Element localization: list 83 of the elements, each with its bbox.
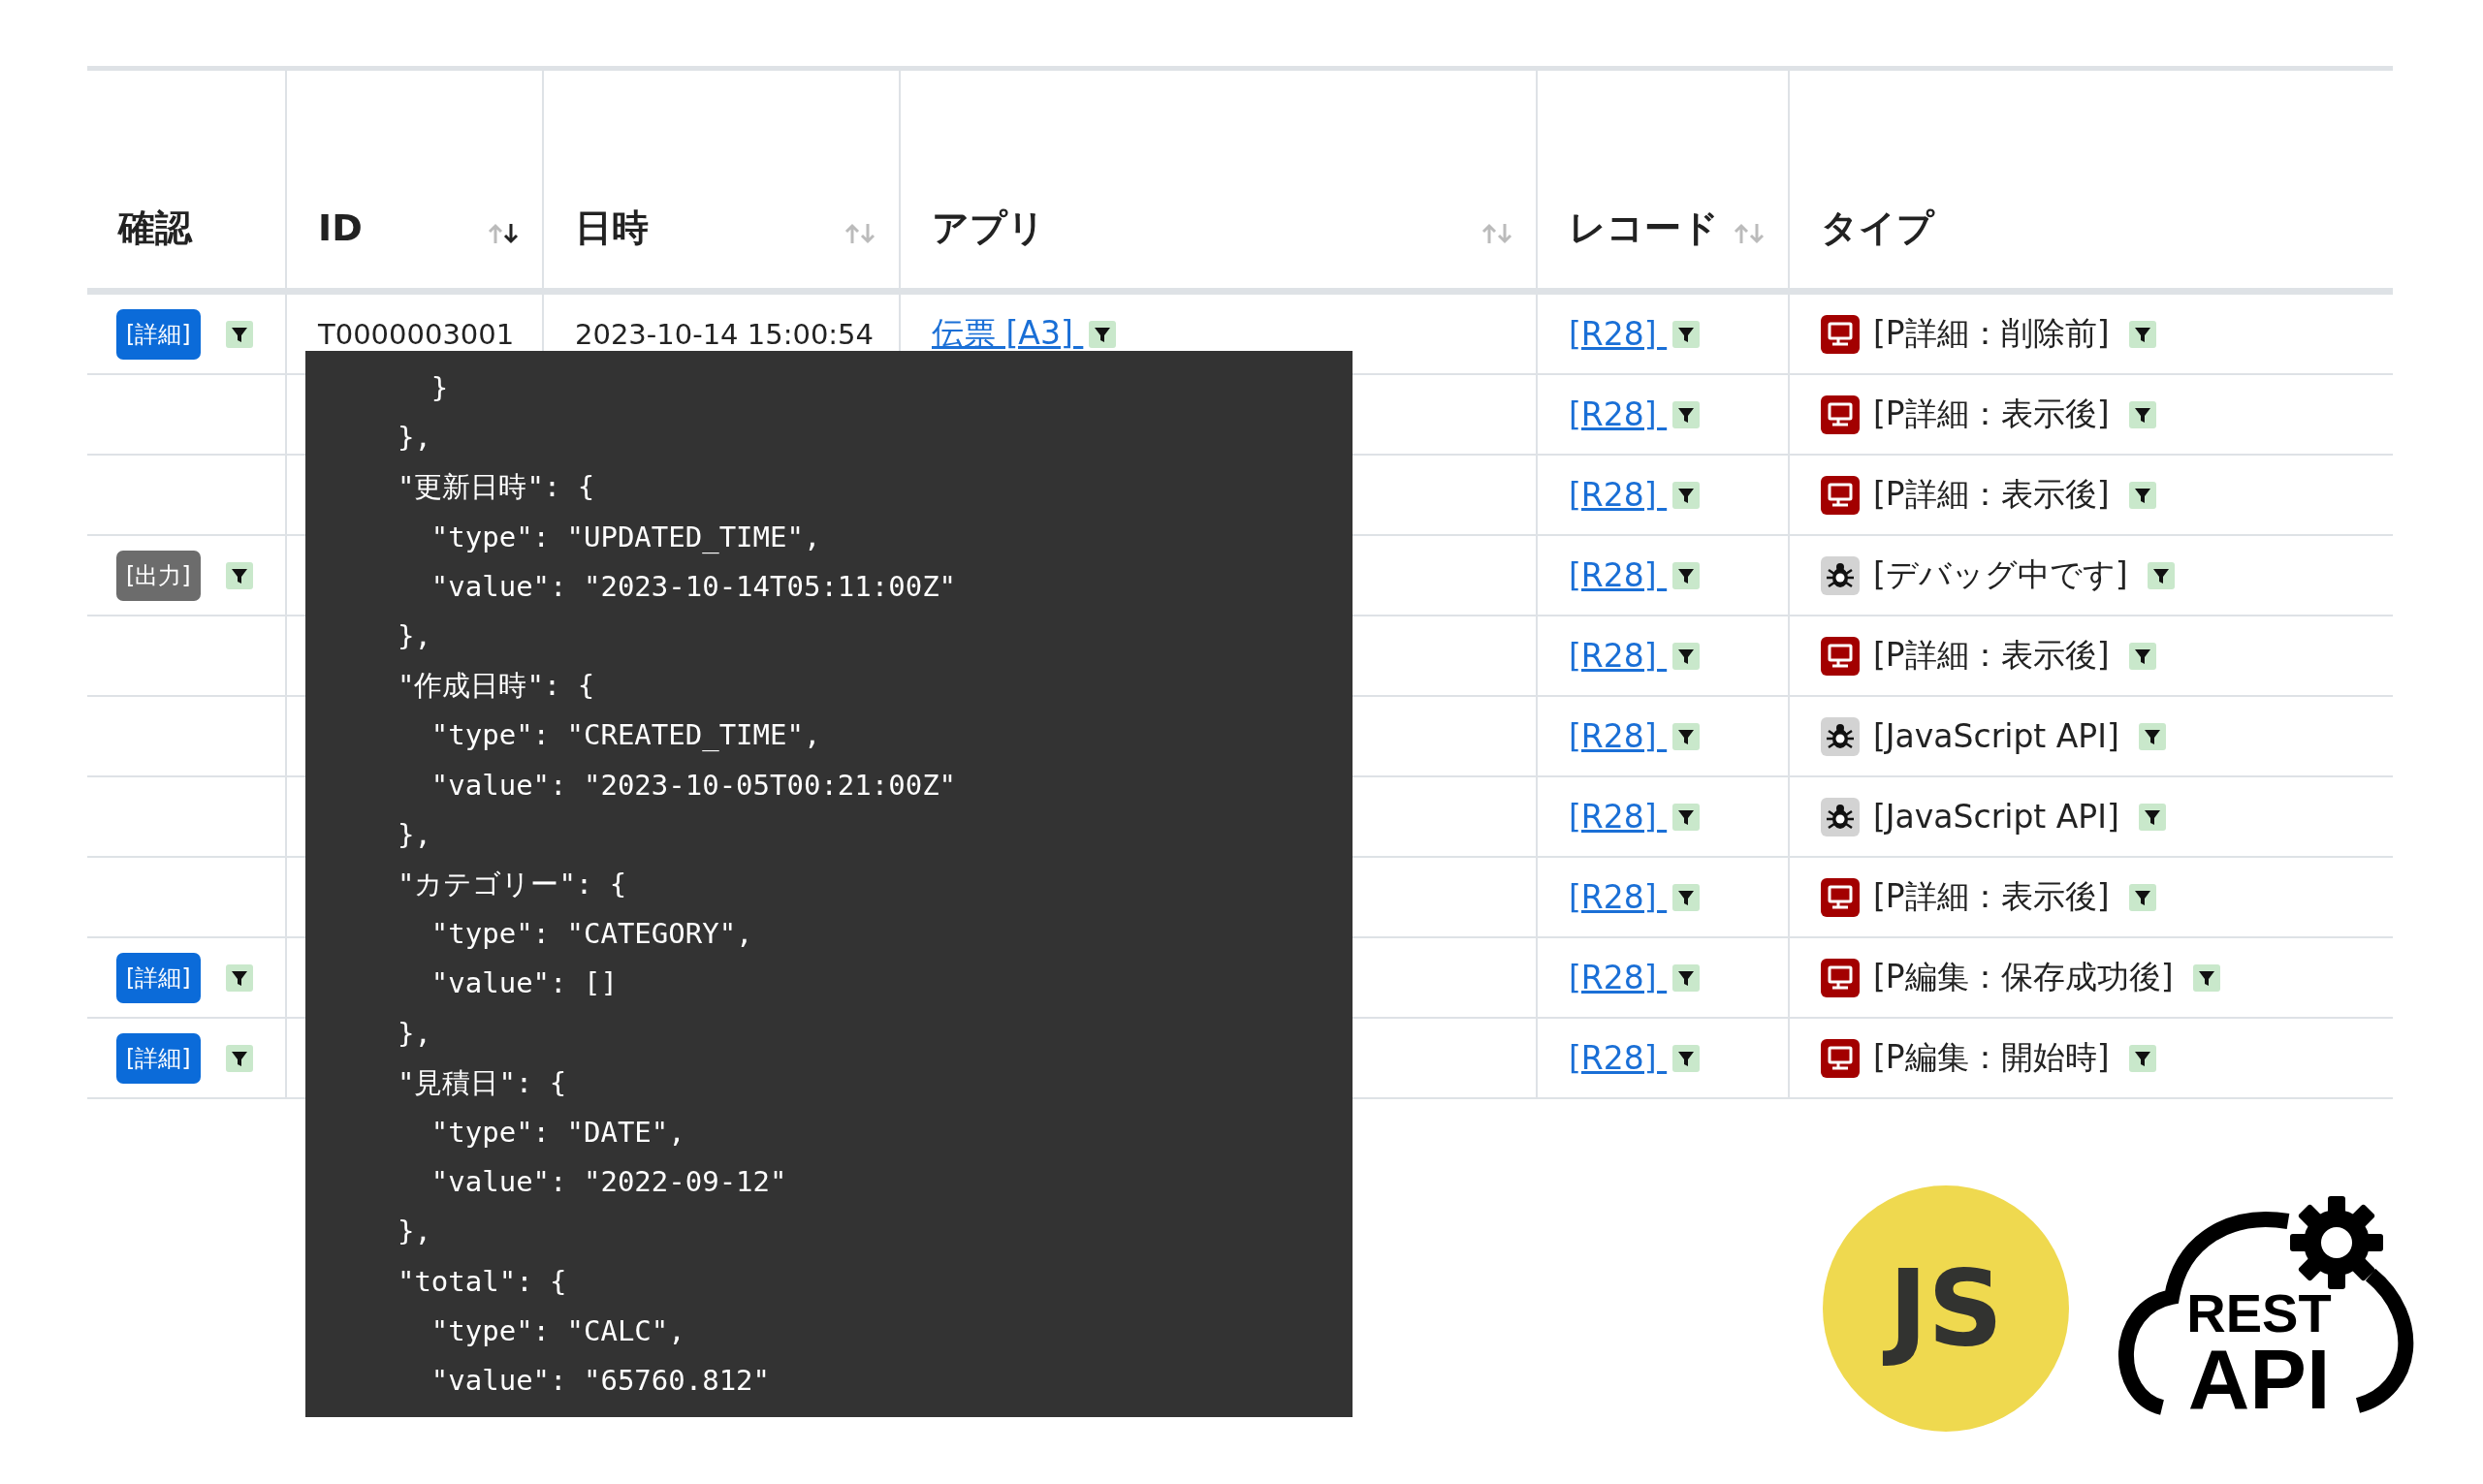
logo-text: REST (2186, 1287, 2332, 1340)
type-text: [P詳細：削除前] (1873, 313, 2110, 354)
filter-icon[interactable] (2147, 561, 2175, 589)
filter-icon[interactable] (2128, 1044, 2156, 1072)
filter-icon[interactable] (2138, 803, 2166, 831)
code-line: "value": "2023-10-14T05:11:00Z" (430, 568, 958, 605)
filter-icon[interactable] (225, 1044, 253, 1072)
code-line: "type": "DATE", (430, 1115, 686, 1152)
record-link[interactable]: [R28] (1569, 476, 1668, 514)
code-line: }, (396, 618, 432, 654)
type-text: [P詳細：表示後] (1873, 394, 2110, 434)
code-line: "type": "CALC", (430, 1312, 686, 1349)
column-header[interactable]: 日時 (575, 201, 649, 255)
datetime-text: 2023-10-14 15:00:54 (575, 317, 874, 351)
code-line: "type": "UPDATED_TIME", (430, 519, 822, 555)
code-line: "更新日時": { (396, 469, 596, 506)
code-line: }, (396, 1015, 432, 1052)
logo-text: JS (1875, 1231, 2017, 1386)
filter-icon[interactable] (2192, 963, 2220, 992)
code-line: "カテゴリー": { (396, 867, 628, 903)
code-line: }, (396, 1214, 432, 1250)
filter-icon[interactable] (2138, 722, 2166, 750)
filter-icon[interactable] (1672, 481, 1701, 509)
code-line: }, (396, 420, 432, 457)
code-line: "value": [] (430, 965, 619, 1002)
type-text: [デバッグ中です] (1873, 554, 2128, 595)
filter-icon[interactable] (2128, 481, 2156, 509)
record-link[interactable]: [R28] (1569, 395, 1668, 433)
sort-icon[interactable] (488, 222, 519, 245)
type-text: [P編集：保存成功後] (1873, 957, 2174, 997)
action-button[interactable]: [詳細] (116, 308, 201, 360)
code-line: "作成日時": { (396, 668, 596, 705)
code-line: "value": "65760.812" (430, 1363, 772, 1400)
id-text: T0000003001 (318, 317, 515, 351)
type-text: [JavaScript API] (1873, 798, 2119, 836)
type-text: [P詳細：表示後] (1873, 876, 2110, 917)
action-button[interactable]: [詳細] (116, 952, 201, 1003)
action-button[interactable]: [詳細] (116, 1032, 201, 1084)
code-line: "type": "CREATED_TIME", (430, 717, 822, 754)
action-button[interactable]: [出力] (116, 550, 201, 601)
code-line: "type": "CATEGORY", (430, 916, 754, 953)
record-link[interactable]: [R28] (1569, 1039, 1668, 1077)
filter-icon[interactable] (1672, 1044, 1701, 1072)
filter-icon[interactable] (1672, 803, 1701, 831)
filter-icon[interactable] (1672, 561, 1701, 589)
type-text: [JavaScript API] (1873, 717, 2119, 755)
column-header[interactable]: レコード (1569, 201, 1719, 255)
record-link[interactable]: [R28] (1569, 878, 1668, 916)
type-text: [P詳細：表示後] (1873, 474, 2110, 515)
code-line: } (430, 370, 450, 406)
filter-icon[interactable] (1672, 400, 1701, 428)
column-header[interactable]: タイプ (1821, 201, 1934, 255)
filter-icon[interactable] (1672, 722, 1701, 750)
filter-icon[interactable] (2128, 320, 2156, 348)
record-link[interactable]: [R28] (1569, 637, 1668, 675)
code-line: "value": "2023-10-05T00:21:00Z" (430, 767, 958, 804)
record-link[interactable]: [R28] (1569, 556, 1668, 594)
column-header[interactable]: 確認 (118, 201, 192, 255)
app-link[interactable]: 伝票 [A3] (932, 314, 1084, 352)
filter-icon[interactable] (225, 561, 253, 589)
record-link[interactable]: [R28] (1569, 717, 1668, 755)
filter-icon[interactable] (2128, 883, 2156, 911)
code-line: "見積日": { (396, 1064, 568, 1101)
filter-icon[interactable] (225, 963, 253, 992)
record-link[interactable]: [R28] (1569, 315, 1668, 353)
type-text: [P編集：開始時] (1873, 1037, 2110, 1078)
column-header[interactable]: ID (318, 201, 363, 255)
column-header[interactable]: アプリ (932, 201, 1045, 255)
filter-icon[interactable] (1672, 883, 1701, 911)
filter-icon[interactable] (1672, 963, 1701, 992)
code-line: }, (396, 816, 432, 853)
filter-icon[interactable] (225, 320, 253, 348)
filter-icon[interactable] (2128, 400, 2156, 428)
code-line: "total": { (396, 1263, 568, 1300)
record-link[interactable]: [R28] (1569, 798, 1668, 836)
filter-icon[interactable] (1089, 320, 1117, 348)
type-text: [P詳細：表示後] (1873, 635, 2110, 676)
filter-icon[interactable] (1672, 642, 1701, 670)
record-link[interactable]: [R28] (1569, 959, 1668, 996)
logo-text: API (2187, 1339, 2331, 1420)
filter-icon[interactable] (2128, 642, 2156, 670)
code-line: "value": "2022-09-12" (430, 1164, 788, 1201)
filter-icon[interactable] (1672, 320, 1701, 348)
